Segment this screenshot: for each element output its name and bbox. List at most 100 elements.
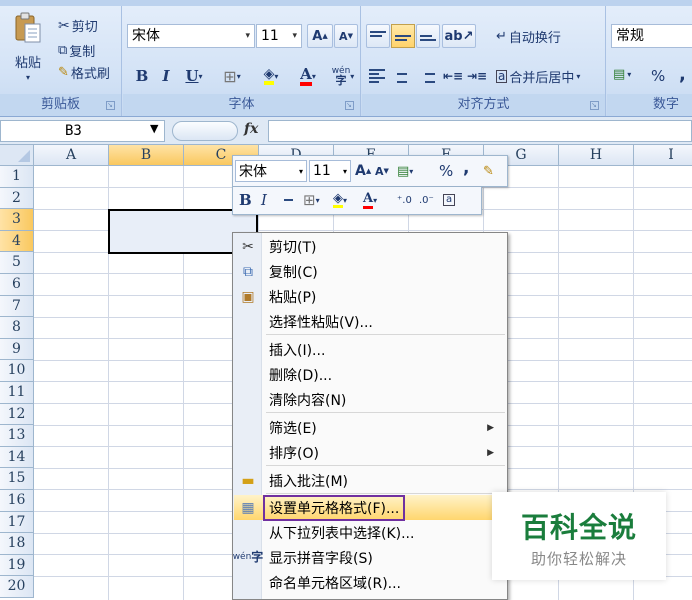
row-header[interactable]: 1 [0,166,34,188]
decrease-decimal-icon: .0⁻ [419,194,434,206]
chevron-down-icon: ▾ [343,195,348,205]
shrink-font-button[interactable]: A ▼ [334,24,358,48]
row-header[interactable]: 3 [0,209,34,231]
row-header[interactable]: 19 [0,554,34,577]
insert-function-button[interactable]: fx [244,121,258,137]
clipboard-launcher-icon[interactable]: ↘ [106,101,115,110]
increase-indent-button[interactable]: ⇥≡ [466,64,488,88]
number-format-combo[interactable]: 常规 [611,24,692,48]
formula-bar-resize-handle[interactable] [172,121,238,141]
row-header[interactable]: 16 [0,490,34,512]
menu-item-paste[interactable]: ▣ 粘贴(P) [234,284,506,309]
borders-button[interactable]: ⊞ ▾ [215,64,249,88]
row-header[interactable]: 17 [0,511,34,534]
wrap-text-button[interactable]: ↵ 自动换行 [496,27,561,46]
mini-center-button[interactable] [281,189,295,211]
mini-borders-button[interactable]: ⊞ ▾ [303,189,320,211]
menu-item-insert[interactable]: 插入(I)... [234,337,506,362]
column-header-h[interactable]: H [559,145,634,166]
italic-button[interactable]: I [155,64,177,88]
select-all-button[interactable] [0,145,34,166]
menu-item-format-cells[interactable]: ▦ 设置单元格格式(F)... [234,494,506,521]
bold-button[interactable]: B [131,64,153,88]
row-header[interactable]: 11 [0,382,34,404]
row-header[interactable]: 18 [0,533,34,555]
menu-item-paste-special[interactable]: 选择性粘贴(V)... [234,309,506,334]
ribbon: 粘贴 ▾ ✂ 剪切 ⧉ 复制 ✎ 格式刷 剪贴板 ↘ 宋体 ▾ 11 ▾ A ▲ … [0,0,692,117]
mini-font-name-combo[interactable]: 宋体 ▾ [235,160,307,182]
menu-item-sort[interactable]: 排序(O) ▶ [234,440,506,465]
font-color-button[interactable]: A ▾ [291,64,325,88]
row-header[interactable]: 8 [0,317,34,339]
row-header[interactable]: 2 [0,187,34,210]
row-header[interactable]: 13 [0,425,34,447]
menu-item-delete[interactable]: 删除(D)... [234,362,506,387]
mini-merge-center-button[interactable]: a [443,189,456,211]
row-header[interactable]: 5 [0,252,34,274]
row-header[interactable]: 14 [0,446,34,469]
mini-shrink-font-button[interactable]: A ▼ [375,160,389,182]
chevron-down-icon[interactable]: ▼ [150,122,158,135]
accounting-format-button[interactable]: ▤ ▾ [613,67,631,82]
font-launcher-icon[interactable]: ↘ [345,101,354,110]
name-box[interactable]: B3 [0,120,165,142]
align-middle-button[interactable] [391,24,415,48]
mini-font-size-combo[interactable]: 11 ▾ [309,160,351,182]
menu-item-show-phonetic[interactable]: wén 字 显示拼音字段(S) [233,545,506,570]
copy-button[interactable]: ⧉ 复制 [58,41,95,60]
merge-center-button[interactable]: a 合并后居中 ▾ [496,67,580,86]
mini-italic-button[interactable]: I [261,189,267,211]
menu-item-insert-comment[interactable]: ▬ 插入批注(M) [234,468,506,493]
phonetic-guide-button[interactable]: wén 字 ▾ [327,64,359,88]
row-header[interactable]: 12 [0,403,34,426]
mini-increase-decimal-button[interactable]: ⁺.0 [397,189,412,211]
row-header[interactable]: 20 [0,576,34,598]
chevron-down-icon: ▾ [409,166,414,176]
mini-bold-button[interactable]: B [239,189,252,211]
grow-font-button[interactable]: A ▲ [307,24,333,48]
underline-button[interactable]: U ▾ [179,64,209,88]
column-header-i[interactable]: I [634,145,692,166]
mini-grow-font-button[interactable]: A ▲ [355,160,371,182]
menu-item-pick-from-list[interactable]: 从下拉列表中选择(K)... [234,520,506,545]
formula-input[interactable] [268,120,692,142]
menu-separator [266,493,505,494]
menu-item-copy[interactable]: ⧉ 复制(C) [234,259,506,284]
mini-decrease-decimal-button[interactable]: .0⁻ [419,189,434,211]
font-name-combo[interactable]: 宋体 ▾ [127,24,255,48]
row-header[interactable]: 6 [0,274,34,296]
row-header[interactable]: 10 [0,360,34,382]
font-size-combo[interactable]: 11 ▾ [256,24,302,48]
format-painter-button[interactable]: ✎ 格式刷 [58,63,110,82]
menu-item-clear-contents[interactable]: 清除内容(N) [234,387,506,412]
align-top-button[interactable] [366,24,390,48]
mini-font-color-button[interactable]: A ▾ [363,189,377,211]
mini-fill-color-button[interactable]: ◈ ▾ [333,189,347,211]
mini-comma-button[interactable]: , [463,157,469,179]
paste-button[interactable]: 粘贴 ▾ [8,12,48,82]
underline-label: U [185,67,199,85]
align-center-button[interactable] [391,64,413,88]
menu-item-define-name[interactable]: 命名单元格区域(R)... [234,570,506,595]
percent-style-button[interactable]: % [651,67,665,85]
mini-format-painter-button[interactable]: ✎ [483,160,494,182]
decrease-indent-button[interactable]: ⇤≡ [442,64,464,88]
cut-button[interactable]: ✂ 剪切 [58,16,98,36]
column-header-a[interactable]: A [34,145,109,166]
column-header-b[interactable]: B [109,145,184,166]
comma-style-button[interactable]: , [679,64,686,85]
row-header[interactable]: 15 [0,468,34,490]
align-right-button[interactable] [416,64,438,88]
alignment-launcher-icon[interactable]: ↘ [590,101,599,110]
mini-accounting-button[interactable]: ▤ ▾ [397,160,413,182]
align-bottom-button[interactable] [416,24,440,48]
menu-item-filter[interactable]: 筛选(E) ▶ [234,415,506,440]
row-header[interactable]: 9 [0,338,34,361]
fill-color-button[interactable]: ◈ ▾ [253,64,289,88]
row-header[interactable]: 7 [0,295,34,318]
orientation-button[interactable]: ab↗ [442,24,476,48]
mini-percent-button[interactable]: % [439,160,453,182]
align-left-button[interactable] [366,64,388,88]
menu-item-cut[interactable]: ✂ 剪切(T) [234,234,506,259]
row-header[interactable]: 4 [0,230,34,253]
